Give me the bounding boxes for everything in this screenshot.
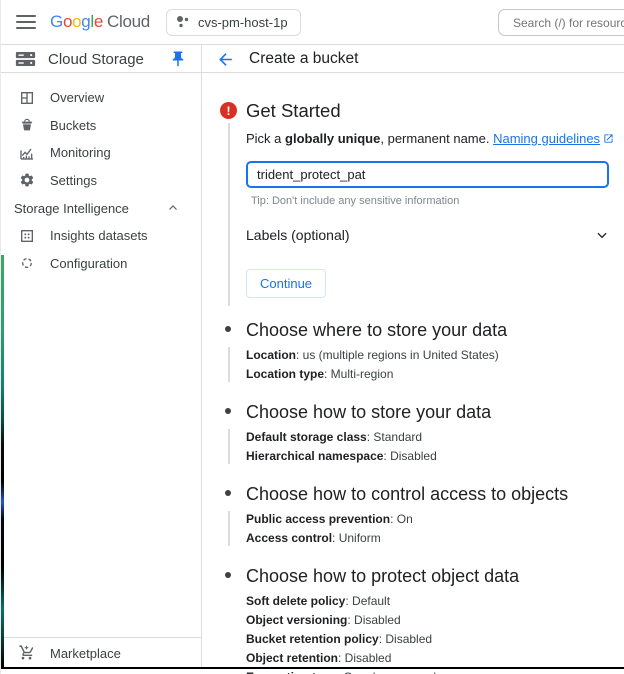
product-header: Cloud Storage: [1, 45, 201, 73]
detail-line: Default storage class: Standard: [246, 428, 624, 447]
step-title[interactable]: Choose how to protect object data: [246, 564, 624, 588]
cloud-logo-text: Cloud: [107, 12, 150, 32]
insights-datasets-icon: [18, 227, 36, 245]
instruction-text-2: , permanent name.: [380, 131, 493, 146]
sidebar-item-label: Monitoring: [50, 145, 111, 160]
gcp-console-window: Google Cloud cvs-pm-host-1p: [0, 0, 624, 674]
detail-line: Location: us (multiple regions in United…: [246, 346, 624, 365]
google-cloud-logo[interactable]: Google Cloud: [50, 12, 150, 32]
detail-line: Access control: Uniform: [246, 529, 624, 548]
detail-line: Hierarchical namespace: Disabled: [246, 447, 624, 466]
step-details: Soft delete policy: DefaultObject versio…: [246, 592, 624, 674]
labels-expander-label: Labels (optional): [246, 227, 350, 243]
product-title: Cloud Storage: [48, 51, 144, 68]
sidebar-section-storage-intelligence[interactable]: Storage Intelligence: [1, 194, 201, 222]
background-window-sliver: [1, 255, 4, 667]
detail-line: Object versioning: Disabled: [246, 611, 624, 630]
bucket-name-instructions: Pick a globally unique, permanent name. …: [246, 131, 624, 146]
external-link-icon: [603, 133, 614, 144]
back-arrow-icon[interactable]: [215, 49, 235, 69]
menu-icon[interactable]: [16, 15, 36, 29]
detail-line: Bucket retention policy: Disabled: [246, 630, 624, 649]
stepper-rail: [228, 347, 230, 382]
sidebar-item-insights-datasets[interactable]: Insights datasets: [1, 222, 201, 250]
sidebar-item-overview[interactable]: Overview: [1, 84, 201, 112]
project-name: cvs-pm-host-1p: [198, 15, 288, 30]
sidebar-item-label: Overview: [50, 90, 104, 105]
detail-line: Location type: Multi-region: [246, 365, 624, 384]
step-section: Choose how to store your data Default st…: [246, 400, 624, 466]
labels-expander[interactable]: Labels (optional): [246, 224, 609, 246]
buckets-icon: [18, 116, 36, 134]
section-header-label: Storage Intelligence: [14, 201, 129, 216]
monitoring-icon: [18, 144, 36, 162]
chevron-up-icon: [167, 202, 179, 214]
sidebar-item-marketplace[interactable]: Marketplace: [1, 637, 201, 668]
search-input[interactable]: [499, 16, 624, 30]
pin-icon[interactable]: [169, 50, 187, 68]
step-details: Default storage class: StandardHierarchi…: [246, 428, 624, 466]
page-header: Create a bucket: [201, 45, 358, 73]
step-title[interactable]: Choose where to store your data: [246, 318, 624, 342]
project-icon: [175, 14, 191, 30]
google-logo-text: Google: [50, 12, 103, 32]
error-icon: !: [220, 102, 237, 119]
marketplace-icon: [18, 644, 36, 662]
sidebar-item-label: Marketplace: [50, 646, 121, 661]
sidebar-item-monitoring[interactable]: Monitoring: [1, 139, 201, 167]
create-bucket-form: ! Get Started Pick a globally unique, pe…: [202, 73, 624, 667]
sidebar-item-label: Configuration: [50, 256, 127, 271]
stepper-rail: [228, 429, 230, 464]
step-section: Choose how to control access to objects …: [246, 482, 624, 548]
sidebar-nav: Overview Buckets Monitoring Settings: [1, 73, 201, 194]
header-row: Cloud Storage Create a bucket: [1, 45, 624, 73]
input-tip: Tip: Don't include any sensitive informa…: [251, 195, 624, 207]
sidebar-section-nav: Insights datasets Configuration: [1, 222, 201, 277]
sidebar-item-label: Settings: [50, 173, 97, 188]
page-title: Create a bucket: [249, 50, 358, 68]
sidebar-item-buckets[interactable]: Buckets: [1, 112, 201, 140]
sidebar-item-label: Buckets: [50, 118, 96, 133]
instruction-text: Pick a: [246, 131, 285, 146]
detail-line: Object retention: Disabled: [246, 649, 624, 668]
bucket-name-input[interactable]: [246, 161, 609, 188]
step-details: Public access prevention: OnAccess contr…: [246, 510, 624, 548]
step-title[interactable]: Choose how to store your data: [246, 400, 624, 424]
instruction-bold: globally unique: [285, 131, 380, 146]
top-bar: Google Cloud cvs-pm-host-1p: [1, 0, 624, 45]
detail-line: Soft delete policy: Default: [246, 592, 624, 611]
sidebar-item-configuration[interactable]: Configuration: [1, 250, 201, 278]
sidebar: Overview Buckets Monitoring Settings Sto…: [1, 73, 201, 667]
overview-icon: [18, 89, 36, 107]
step-bullet-icon: [225, 490, 231, 496]
step-section: Choose where to store your data Location…: [246, 318, 624, 384]
step-bullet-icon: [225, 572, 231, 578]
stepper-sections: Choose where to store your data Location…: [246, 318, 624, 674]
naming-guidelines-link[interactable]: Naming guidelines: [493, 131, 600, 146]
stepper-rail: [228, 511, 230, 546]
settings-icon: [18, 171, 36, 189]
step-bullet-icon: [225, 408, 231, 414]
sidebar-item-settings[interactable]: Settings: [1, 167, 201, 195]
step-title: Get Started: [246, 100, 341, 122]
detail-line: Public access prevention: On: [246, 510, 624, 529]
step-get-started: ! Get Started: [246, 100, 624, 122]
window-bottom-edge: [1, 667, 624, 669]
project-selector[interactable]: cvs-pm-host-1p: [166, 9, 301, 36]
continue-button[interactable]: Continue: [246, 269, 326, 298]
step-section: Choose how to protect object data Soft d…: [246, 564, 624, 674]
sidebar-item-label: Insights datasets: [50, 228, 148, 243]
chevron-down-icon: [595, 228, 609, 242]
search-box[interactable]: [498, 9, 624, 36]
step-bullet-icon: [225, 326, 231, 332]
step-title[interactable]: Choose how to control access to objects: [246, 482, 624, 506]
configuration-icon: [18, 254, 36, 272]
stepper-rail: [228, 123, 230, 306]
cloud-storage-icon: [15, 50, 36, 68]
step-details: Location: us (multiple regions in United…: [246, 346, 624, 384]
